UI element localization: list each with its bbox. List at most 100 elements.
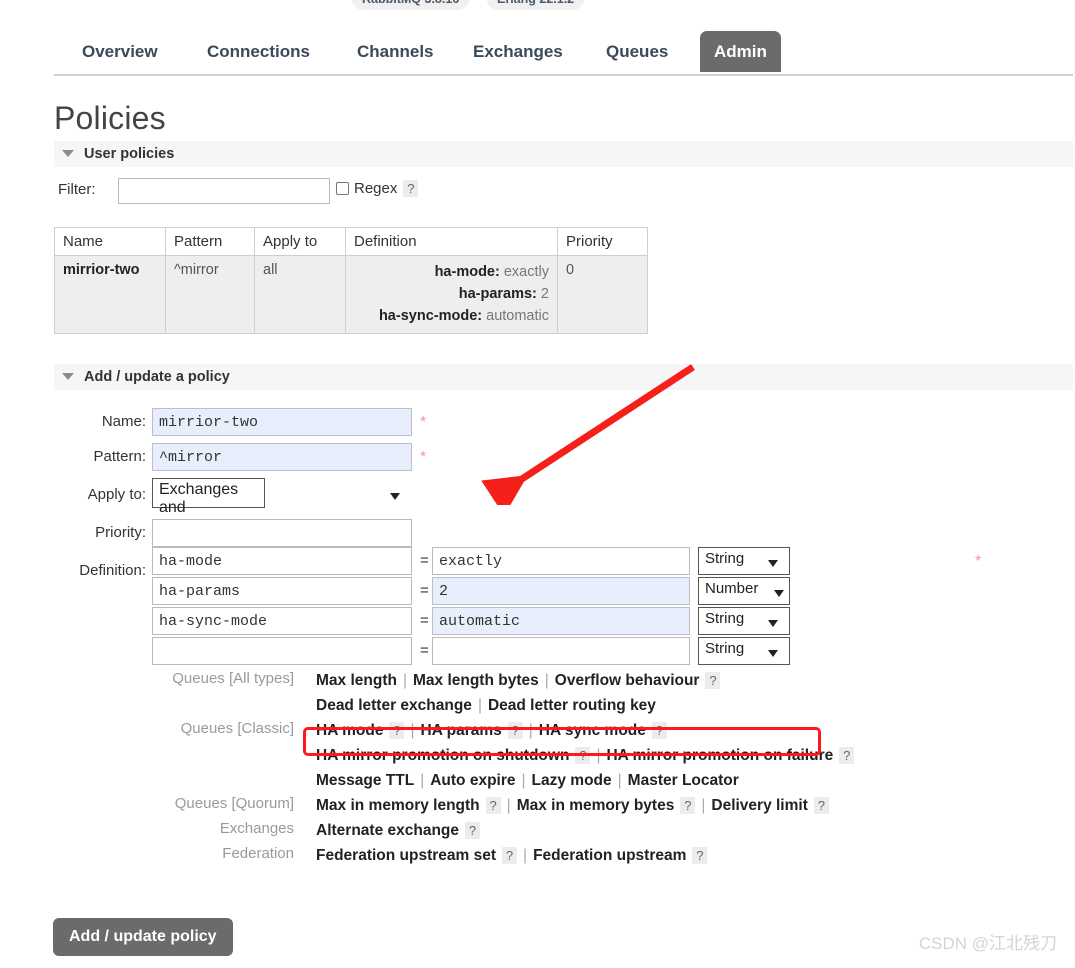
col-header-definition: Definition [345,227,558,256]
shortcut-link[interactable]: Max length bytes [413,672,539,689]
chevron-down-icon [390,493,400,500]
regex-toggle[interactable]: Regex? [336,180,419,197]
definition-value-input-1[interactable] [432,577,690,605]
shortcut-link[interactable]: Max in memory length [316,797,480,814]
regex-checkbox[interactable] [336,182,349,195]
shortcut-link[interactable]: Dead letter exchange [316,697,472,714]
definition-value: exactly [503,264,549,280]
shortcut-link[interactable]: HA mirror promotion on failure [606,747,833,764]
help-icon[interactable]: ? [575,747,591,764]
apply-to-label: Apply to: [87,486,146,503]
separator: | [523,847,528,864]
definition-key: ha-mode: [434,264,500,280]
shortcut-group-3: Queues [Quorum] Max in memory length? | Max… [54,793,1064,818]
shortcut-line: Alternate exchange? [316,818,1064,843]
shortcut-category-label: Queues [Classic] [180,720,294,737]
definition-key-input-2[interactable] [152,607,412,635]
shortcut-links: HA mode? | HA params? | HA sync mode? HA mirr… [316,718,1064,793]
shortcut-group-2: Queues [Classic] HA mode? | HA params? | HA s… [54,718,1064,793]
shortcut-link[interactable]: HA mirror promotion on shutdown [316,747,569,764]
add-update-policy-button[interactable]: Add / update policy [53,918,233,956]
tab-channels[interactable]: Channels [343,31,448,72]
section-user-policies-label: User policies [84,146,175,162]
tab-overview[interactable]: Overview [68,31,172,72]
definition-type-select-1[interactable]: Number [698,577,790,605]
help-icon[interactable]: ? [502,847,518,864]
section-add-update-label: Add / update a policy [84,369,230,385]
definition-type-select-2[interactable]: String [698,607,790,635]
definition-value: automatic [486,307,549,324]
shortcut-link[interactable]: Dead letter routing key [488,697,656,714]
shortcut-links: Federation upstream set? | Federation upst… [316,843,1064,868]
definition-value-input-2[interactable] [432,607,690,635]
help-icon[interactable]: ? [692,847,708,864]
definition-value-input-0[interactable] [432,547,690,575]
definition-value-input-3[interactable] [432,637,690,665]
tab-queues[interactable]: Queues [592,31,682,72]
shortcut-link[interactable]: Auto expire [430,772,515,789]
equals-sign: = [420,552,429,569]
pattern-input[interactable] [152,443,412,471]
chevron-down-icon [62,149,74,157]
help-icon[interactable]: ? [485,797,501,814]
definition-type-select-3[interactable]: String [698,637,790,665]
shortcut-link[interactable]: HA params [421,722,502,739]
definition-key-input-0[interactable] [152,547,412,575]
table-row[interactable]: mirrior-two ^mirror all ha-mode: exactly… [54,254,648,335]
separator: | [701,797,706,814]
shortcut-links: Alternate exchange? [316,818,1064,843]
header-strip: RabbitMQ 3.8.16 Erlang 22.1.2 [0,0,1075,12]
cell-policy-pattern: ^mirror [165,254,255,335]
cell-policy-name: mirrior-two [54,254,166,335]
help-icon[interactable]: ? [705,672,721,689]
help-icon[interactable]: ? [813,797,829,814]
tab-connections[interactable]: Connections [193,31,324,72]
shortcut-line: Message TTL | Auto expire | Lazy mode | Master… [316,768,1064,793]
chevron-down-icon [62,372,74,380]
col-header-priority: Priority [557,227,648,256]
separator: | [521,772,526,789]
tab-exchanges[interactable]: Exchanges [459,31,577,72]
help-icon[interactable]: ? [507,722,523,739]
name-required-marker: * [420,414,427,431]
shortcut-line: Max length | Max length bytes | Overflow beh… [316,668,1064,693]
definition-key-input-3[interactable] [152,637,412,665]
filter-input[interactable] [118,178,330,204]
status-dots [108,0,254,2]
help-icon[interactable]: ? [839,747,855,764]
definition-type-select-0[interactable]: String [698,547,790,575]
pattern-required-marker: * [420,449,427,466]
shortcut-link[interactable]: Max in memory bytes [517,797,675,814]
shortcut-line: HA mirror promotion on shutdown? | HA mirr… [316,743,1064,768]
shortcut-link[interactable]: Master Locator [628,772,739,789]
help-icon[interactable]: ? [389,722,405,739]
shortcut-link[interactable]: Overflow behaviour [555,672,700,689]
page-title: Policies [54,100,166,136]
tab-admin[interactable]: Admin [700,31,781,72]
help-icon[interactable]: ? [680,797,696,814]
table-header-row: Name Pattern Apply to Definition Priorit… [54,227,648,256]
shortcut-link[interactable]: Alternate exchange [316,822,459,839]
definition-value: 2 [540,285,549,302]
priority-input[interactable] [152,519,412,547]
definition-label: Definition: [79,562,146,579]
section-add-update-policy[interactable]: Add / update a policy [54,364,1073,390]
regex-help-icon[interactable]: ? [403,180,419,197]
shortcut-link[interactable]: Lazy mode [532,772,612,789]
section-user-policies[interactable]: User policies [54,141,1073,167]
definition-required-marker: * [975,553,982,570]
shortcut-link[interactable]: Federation upstream set [316,847,496,864]
help-icon[interactable]: ? [651,722,667,739]
shortcut-link[interactable]: Max length [316,672,397,689]
shortcut-link[interactable]: HA sync mode [539,722,646,739]
separator: | [420,772,425,789]
name-input[interactable] [152,408,412,436]
shortcut-link[interactable]: Federation upstream [533,847,686,864]
shortcut-link[interactable]: HA mode [316,722,383,739]
shortcut-link[interactable]: Delivery limit [711,797,808,814]
shortcut-link[interactable]: Message TTL [316,772,414,789]
help-icon[interactable]: ? [465,822,480,839]
definition-key-input-1[interactable] [152,577,412,605]
apply-to-select[interactable]: Exchanges and queues [152,478,266,534]
shortcut-category-label: Federation [222,845,294,862]
